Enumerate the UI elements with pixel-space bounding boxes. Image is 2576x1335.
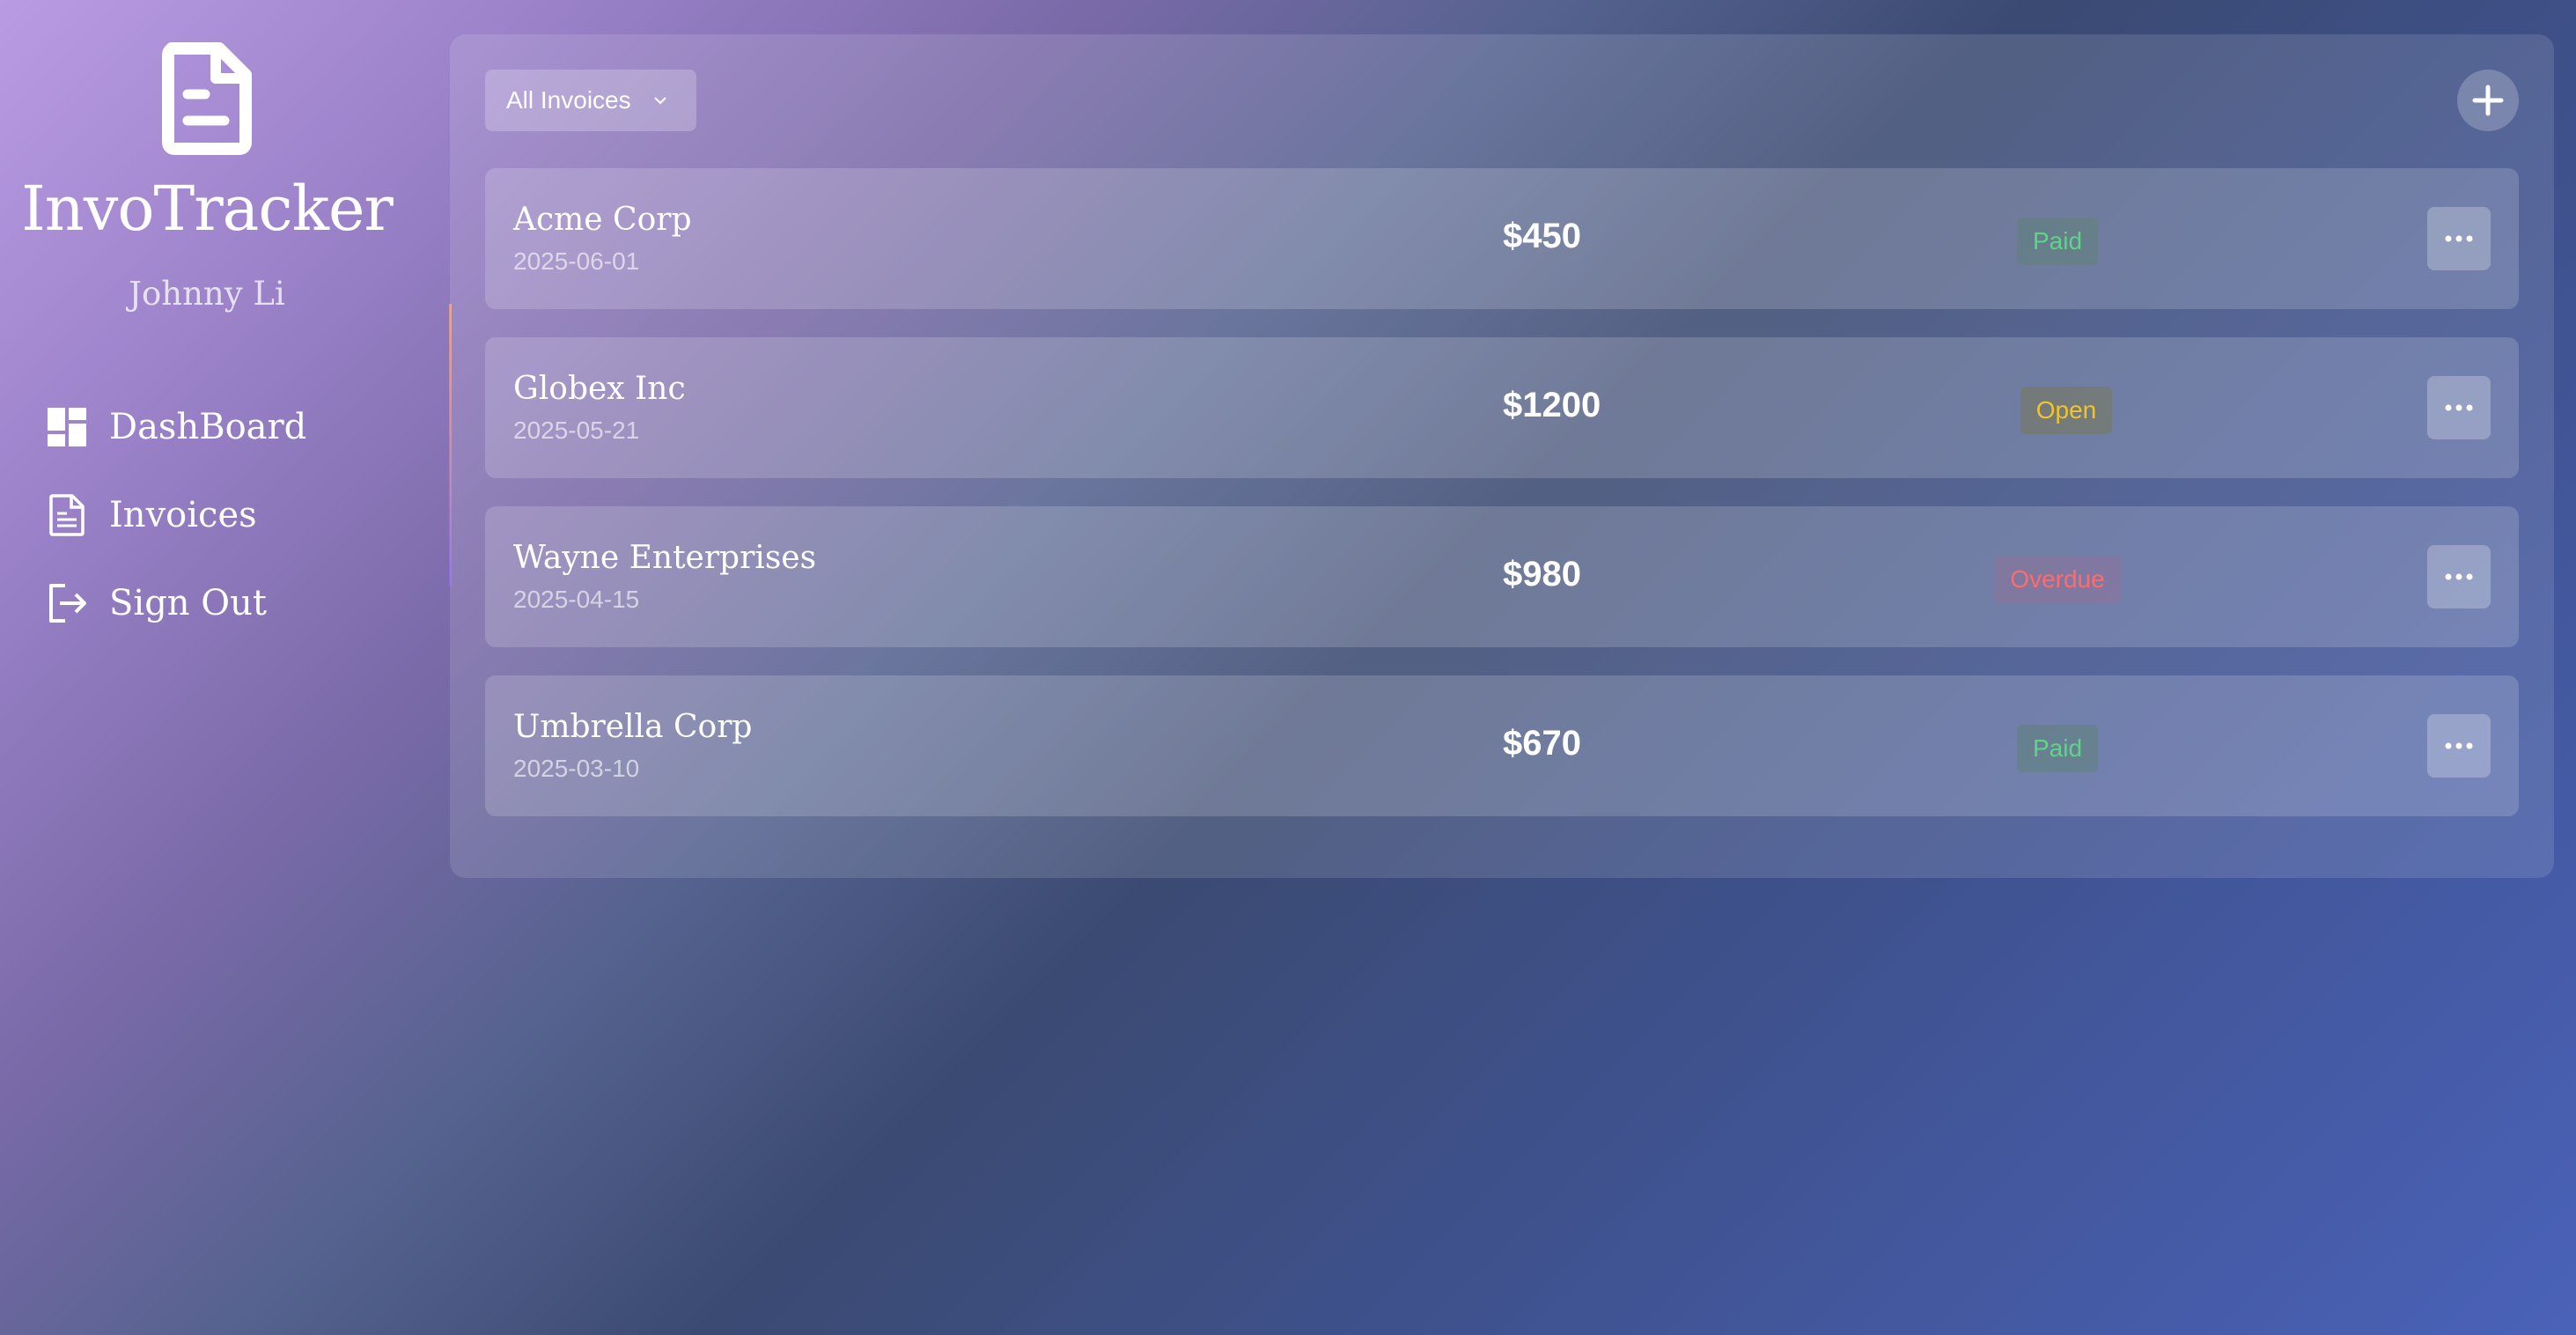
row-more-button[interactable] (2427, 714, 2491, 778)
invoice-filter-dropdown[interactable]: All Invoices (485, 70, 696, 131)
sidebar-item-invoices[interactable]: Invoices (44, 489, 396, 542)
invoice-amount: $980 (1503, 555, 1581, 594)
invoice-date: 2025-03-10 (513, 755, 640, 782)
invoice-document-icon (162, 42, 252, 155)
row-more-button[interactable] (2427, 545, 2491, 608)
row-more-button[interactable] (2427, 207, 2491, 270)
dashboard-grid-icon (48, 408, 86, 446)
invoice-date: 2025-06-01 (513, 247, 640, 275)
chevron-down-icon (653, 97, 666, 105)
more-horizontal-icon (2445, 573, 2473, 580)
client-name: Umbrella Corp (513, 709, 753, 745)
document-icon (49, 494, 85, 536)
invoice-amount: $670 (1503, 724, 1581, 763)
client-name: Globex Inc (513, 371, 686, 407)
invoice-date: 2025-04-15 (513, 586, 640, 613)
sidebar-nav: DashBoard Invoices Sign Out (44, 401, 396, 665)
invoice-panel: All Invoices Acme Corp 2025-06-01 $450 P… (450, 34, 2554, 878)
filter-label: All Invoices (506, 86, 631, 114)
sidebar-item-label: Sign Out (109, 583, 267, 623)
sidebar-item-sign-out[interactable]: Sign Out (44, 577, 396, 630)
plus-icon (2472, 85, 2504, 116)
invoice-row[interactable]: Umbrella Corp 2025-03-10 $670 Paid (485, 675, 2519, 816)
invoice-date: 2025-05-21 (513, 417, 640, 444)
invoice-amount: $1200 (1503, 386, 1601, 424)
add-invoice-button[interactable] (2457, 70, 2519, 131)
invoice-row[interactable]: Globex Inc 2025-05-21 $1200 Open (485, 337, 2519, 478)
status-badge: Open (2020, 387, 2113, 434)
invoice-row[interactable]: Wayne Enterprises 2025-04-15 $980 Overdu… (485, 506, 2519, 647)
invoice-row[interactable]: Acme Corp 2025-06-01 $450 Paid (485, 168, 2519, 309)
client-name: Wayne Enterprises (513, 540, 817, 576)
sidebar: InvoTracker Johnny Li DashBoard Invoices (0, 0, 414, 1335)
row-more-button[interactable] (2427, 376, 2491, 439)
more-horizontal-icon (2445, 235, 2473, 242)
client-name: Acme Corp (513, 202, 692, 238)
more-horizontal-icon (2445, 742, 2473, 749)
sign-out-icon (49, 584, 86, 623)
sidebar-item-dashboard[interactable]: DashBoard (44, 401, 396, 454)
user-name: Johnny Li (129, 275, 285, 313)
status-badge: Overdue (1994, 556, 2121, 603)
invoice-amount: $450 (1503, 217, 1581, 255)
status-badge: Paid (2016, 218, 2099, 265)
status-badge: Paid (2016, 725, 2099, 772)
invoice-list: Acme Corp 2025-06-01 $450 Paid Globex In… (485, 168, 2519, 845)
sidebar-item-label: DashBoard (109, 407, 307, 447)
more-horizontal-icon (2445, 404, 2473, 411)
app-title: InvoTracker (21, 173, 394, 245)
sidebar-item-label: Invoices (109, 495, 257, 535)
